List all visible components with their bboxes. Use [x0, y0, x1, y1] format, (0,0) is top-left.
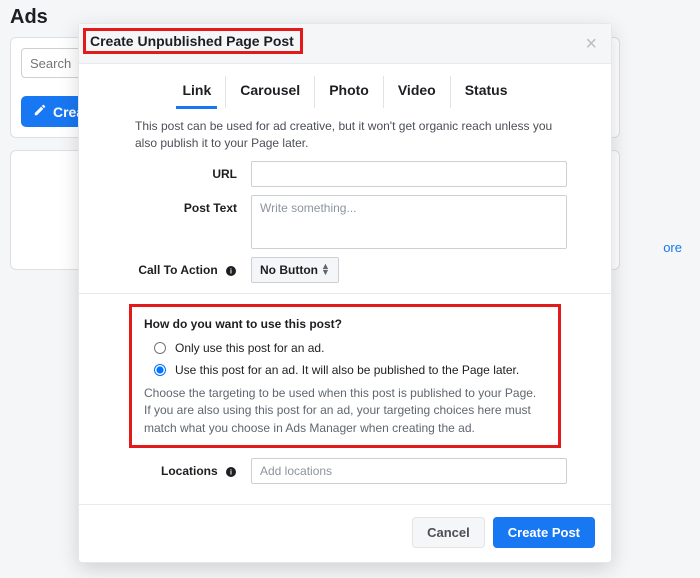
label-locations: Locations i: [123, 458, 251, 478]
row-url: URL: [123, 161, 567, 187]
modal-title: Create Unpublished Page Post: [90, 33, 294, 49]
helper-text: This post can be used for ad creative, b…: [123, 118, 567, 161]
modal-backdrop: Create Unpublished Page Post × Link Caro…: [0, 0, 700, 578]
usage-description: Choose the targeting to be used when thi…: [144, 385, 546, 437]
url-input[interactable]: [251, 161, 567, 187]
radio-ad-only-row[interactable]: Only use this post for an ad.: [144, 341, 546, 355]
usage-section-highlight: How do you want to use this post? Only u…: [129, 304, 561, 448]
row-post-text: Post Text: [123, 195, 567, 249]
label-cta: Call To Action i: [123, 257, 251, 277]
label-url: URL: [123, 161, 251, 181]
select-arrows-icon: ▲▼: [321, 264, 330, 275]
divider: [79, 293, 611, 294]
label-cta-text: Call To Action: [138, 263, 217, 277]
usage-question: How do you want to use this post?: [144, 317, 546, 331]
label-post-text: Post Text: [123, 195, 251, 215]
close-icon[interactable]: ×: [585, 34, 597, 54]
create-post-modal: Create Unpublished Page Post × Link Caro…: [78, 23, 612, 563]
modal-body: This post can be used for ad creative, b…: [79, 108, 611, 498]
cancel-button[interactable]: Cancel: [412, 517, 485, 548]
svg-text:i: i: [230, 469, 232, 476]
modal-title-highlight: Create Unpublished Page Post: [83, 28, 303, 54]
post-text-input[interactable]: [251, 195, 567, 249]
info-icon[interactable]: i: [225, 466, 237, 478]
info-icon[interactable]: i: [225, 265, 237, 277]
modal-footer: Cancel Create Post: [79, 504, 611, 562]
radio-ad-and-publish-label: Use this post for an ad. It will also be…: [175, 363, 519, 377]
modal-header: Create Unpublished Page Post ×: [79, 24, 611, 64]
create-post-button[interactable]: Create Post: [493, 517, 595, 548]
radio-ad-and-publish-row[interactable]: Use this post for an ad. It will also be…: [144, 363, 546, 377]
tab-photo[interactable]: Photo: [315, 76, 384, 108]
locations-input[interactable]: [251, 458, 567, 484]
tab-link[interactable]: Link: [168, 76, 226, 108]
tab-carousel[interactable]: Carousel: [226, 76, 315, 108]
radio-ad-only[interactable]: [154, 342, 166, 354]
row-locations: Locations i: [123, 458, 567, 484]
svg-text:i: i: [230, 268, 232, 275]
cta-select-value: No Button: [260, 263, 318, 277]
row-cta: Call To Action i No Button ▲▼: [123, 257, 567, 283]
label-locations-text: Locations: [161, 464, 218, 478]
tab-status[interactable]: Status: [451, 76, 522, 108]
post-type-tabs: Link Carousel Photo Video Status: [79, 64, 611, 108]
radio-ad-and-publish[interactable]: [154, 364, 166, 376]
tab-video[interactable]: Video: [384, 76, 451, 108]
cta-select[interactable]: No Button ▲▼: [251, 257, 339, 283]
radio-ad-only-label: Only use this post for an ad.: [175, 341, 324, 355]
